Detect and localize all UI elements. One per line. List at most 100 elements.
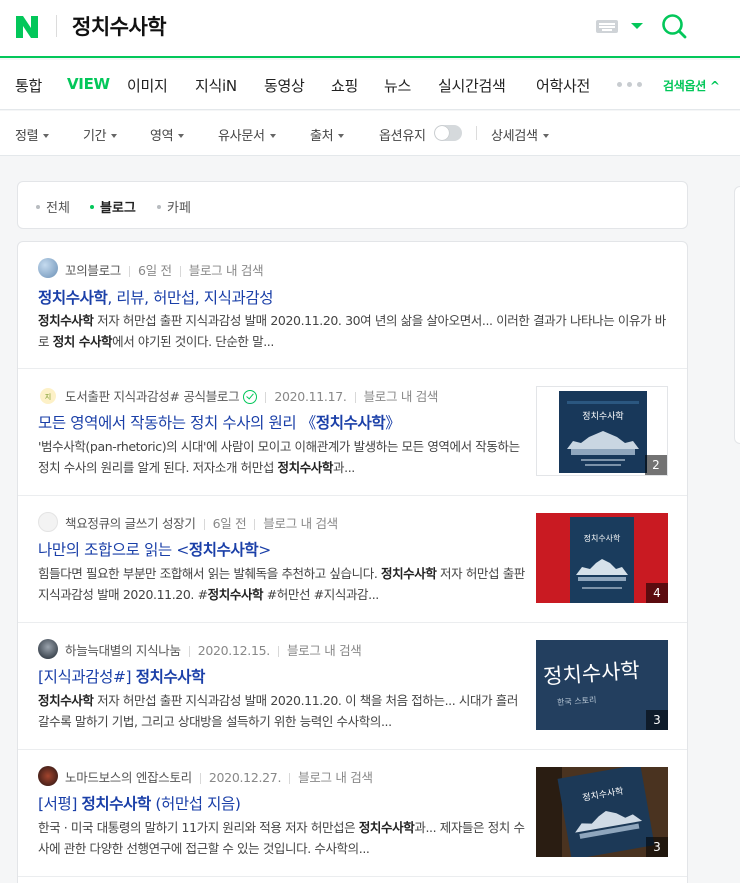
image-count-badge: 2: [645, 455, 667, 475]
blog-inner-search-link[interactable]: 블로그 내 검색: [364, 389, 439, 404]
view-subtabs: 전체 블로그 카페: [17, 181, 688, 229]
filter-bar: 정렬 기간 영역 유사문서 출처 옵션유지 상세검색: [0, 111, 740, 156]
chevron-down-icon: [269, 133, 276, 138]
subtab-cafe-label: 카페: [167, 201, 191, 216]
book-cover-title: 정치수사학: [582, 410, 623, 422]
result-snippet: '범수사학(pan-rhetoric)의 시대'에 사람이 모이고 이해관계가 …: [38, 439, 520, 475]
image-count-badge: 3: [646, 837, 668, 857]
keyboard-icon[interactable]: [596, 20, 618, 33]
result-snippet: 정치수사학 저자 허만섭 출판 지식과감성 발매 2020.11.20. 30여…: [38, 313, 666, 349]
bullet-icon: [157, 204, 161, 209]
result-snippet: 한국 · 미국 대통령의 말하기 11가지 원리와 적용 저자 허만섭은 정치수…: [38, 820, 525, 856]
result-snippet: 힘들다면 필요한 부분만 조합해서 읽는 발췌독을 추천하고 싶습니다. 정치수…: [38, 566, 525, 602]
naver-logo-icon[interactable]: [14, 14, 40, 40]
list-item: 책요정큐의 글쓰기 성장기 6일 전 블로그 내 검색 나만의 조합으로 읽는 <정…: [18, 496, 687, 623]
search-options-button[interactable]: 검색옵션 ^: [663, 77, 720, 94]
verified-badge-icon: [243, 389, 258, 404]
tab-view[interactable]: VIEW: [67, 75, 110, 93]
filter-detail-search-label: 상세검색: [491, 129, 538, 144]
filter-period[interactable]: 기간: [83, 125, 118, 144]
filter-similar-docs-label: 유사문서: [218, 129, 265, 144]
result-thumbnail[interactable]: 정치수사학 4: [536, 513, 668, 603]
tab-news[interactable]: 뉴스: [384, 75, 411, 96]
keep-options-label: 옵션유지: [379, 129, 426, 144]
tab-dictionary[interactable]: 어학사전: [536, 75, 590, 96]
publisher-logo-icon[interactable]: 지: [38, 386, 58, 406]
result-title[interactable]: [서평] 정치수사학 (허만섭 지음): [38, 792, 241, 814]
result-meta: 노마드보스의 엔잡스토리 2020.12.27. 블로그 내 검색: [65, 767, 373, 786]
result-thumbnail[interactable]: 정치수사학 2: [536, 386, 668, 476]
tab-shopping[interactable]: 쇼핑: [331, 75, 358, 96]
tab-images[interactable]: 이미지: [127, 75, 168, 96]
tab-realtime-search[interactable]: 실시간검색: [438, 75, 506, 96]
blog-inner-search-link[interactable]: 블로그 내 검색: [189, 263, 264, 278]
chevron-down-icon: [43, 133, 50, 138]
filter-sort-label: 정렬: [15, 129, 39, 144]
blog-name[interactable]: 꼬의블로그: [65, 263, 121, 278]
filter-similar-docs[interactable]: 유사문서: [218, 125, 276, 144]
keep-options-toggle[interactable]: [434, 125, 462, 141]
blog-inner-search-link[interactable]: 블로그 내 검색: [287, 643, 362, 658]
result-thumbnail[interactable]: 정치수사학 3: [536, 767, 668, 857]
filter-sort[interactable]: 정렬: [15, 125, 50, 144]
post-date: 2020.11.17.: [274, 389, 347, 404]
result-thumbnail[interactable]: 정치수사학 한국 스토리 3: [536, 640, 668, 730]
list-item: 꼬의블로그 6일 전 블로그 내 검색 정치수사학, 리뷰, 허만섭, 지식과감성 …: [18, 242, 687, 369]
result-title[interactable]: 모든 영역에서 작동하는 정치 수사의 원리 《정치수사학》: [38, 411, 401, 433]
more-tabs-icon[interactable]: [617, 82, 645, 88]
search-header: 정치수사학: [0, 0, 740, 58]
result-snippet: 정치수사학 저자 허만섭 출판 지식과감성 발매 2020.11.20. 이 책…: [38, 693, 518, 729]
result-meta: 하늘늑대별의 지식나눔 2020.12.15. 블로그 내 검색: [65, 640, 362, 659]
tab-integrated[interactable]: 통합: [15, 75, 42, 96]
result-title[interactable]: 정치수사학, 리뷰, 허만섭, 지식과감성: [38, 286, 273, 308]
result-title[interactable]: [지식과감성#] 정치수사학: [38, 665, 205, 687]
subtab-cafe[interactable]: 카페: [157, 197, 191, 216]
result-meta: 책요정큐의 글쓰기 성장기 6일 전 블로그 내 검색: [65, 513, 338, 532]
avatar[interactable]: [38, 766, 58, 786]
svg-text:지: 지: [45, 392, 51, 401]
list-item: 하늘늑대별의 지식나눔 2020.12.15. 블로그 내 검색 [지식과감성#] …: [18, 623, 687, 750]
blog-inner-search-link[interactable]: 블로그 내 검색: [263, 516, 338, 531]
avatar[interactable]: [38, 512, 58, 532]
filter-area[interactable]: 영역: [150, 125, 185, 144]
tab-knowledge-in[interactable]: 지식iN: [195, 75, 237, 96]
image-count-badge: 3: [646, 710, 668, 730]
avatar[interactable]: [38, 639, 58, 659]
subtab-blog[interactable]: 블로그: [90, 197, 136, 216]
blog-inner-search-link[interactable]: 블로그 내 검색: [298, 770, 373, 785]
list-item: 지 도서출판 지식과감성# 공식블로그 2020.11.17. 블로그 내 검색 모…: [18, 369, 687, 496]
subtab-all[interactable]: 전체: [36, 197, 70, 216]
blog-name[interactable]: 하늘늑대별의 지식나눔: [65, 643, 181, 658]
post-date: 6일 전: [212, 516, 247, 531]
header-divider: [56, 15, 57, 37]
blog-results-list: 꼬의블로그 6일 전 블로그 내 검색 정치수사학, 리뷰, 허만섭, 지식과감성 …: [17, 241, 688, 883]
bullet-icon: [36, 204, 40, 209]
list-item: 노마드보스의 엔잡스토리 2020.12.27. 블로그 내 검색 [서평] 정치수…: [18, 750, 687, 877]
tab-video[interactable]: 동영상: [264, 75, 305, 96]
filter-source[interactable]: 출처: [310, 125, 345, 144]
chevron-down-icon: [338, 133, 345, 138]
chevron-down-icon: [542, 133, 549, 138]
side-panel-edge: [734, 186, 740, 444]
search-query-text[interactable]: 정치수사학: [72, 11, 167, 41]
post-date: 2020.12.27.: [208, 770, 282, 785]
subtab-blog-label: 블로그: [100, 201, 136, 216]
blog-name[interactable]: 책요정큐의 글쓰기 성장기: [65, 516, 196, 531]
autocomplete-toggle-icon[interactable]: [631, 23, 643, 29]
chevron-down-icon: [178, 133, 185, 138]
blog-name[interactable]: 도서출판 지식과감성# 공식블로그: [65, 389, 240, 404]
search-icon[interactable]: [660, 12, 688, 40]
chevron-down-icon: [111, 133, 118, 138]
search-category-nav: 통합 VIEW 이미지 지식iN 동영상 쇼핑 뉴스 실시간검색 어학사전 검색…: [0, 60, 740, 110]
avatar[interactable]: [38, 258, 58, 278]
filter-divider: [476, 126, 477, 140]
filter-area-label: 영역: [150, 129, 174, 144]
bullet-icon: [90, 204, 94, 209]
result-meta: 도서출판 지식과감성# 공식블로그 2020.11.17. 블로그 내 검색: [65, 386, 438, 405]
filter-period-label: 기간: [83, 129, 107, 144]
blog-name[interactable]: 노마드보스의 엔잡스토리: [65, 770, 192, 785]
book-cover-title: 정치수사학: [584, 533, 621, 543]
filter-detail-search[interactable]: 상세검색: [491, 125, 549, 144]
result-meta: 꼬의블로그 6일 전 블로그 내 검색: [65, 260, 264, 279]
result-title[interactable]: 나만의 조합으로 읽는 <정치수사학>: [38, 538, 271, 560]
